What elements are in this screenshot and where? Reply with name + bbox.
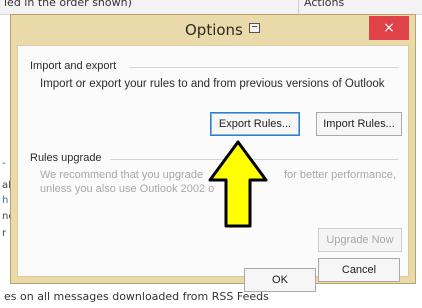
import-rules-button[interactable]: Import Rules... xyxy=(316,112,402,136)
dialog-title: Options xyxy=(185,21,243,39)
export-rules-button[interactable]: Export Rules... xyxy=(210,112,300,136)
ok-button[interactable]: OK xyxy=(244,268,316,292)
import-export-description: Import or export your rules to and from … xyxy=(40,78,385,90)
options-icon xyxy=(249,23,260,33)
background-fragment: r xyxy=(2,228,7,239)
background-header: led in the order shown) Actions xyxy=(0,0,422,15)
upgrade-now-button[interactable]: Upgrade Now xyxy=(318,228,402,252)
background-fragment: - xyxy=(2,158,6,169)
group-divider xyxy=(130,67,398,68)
rules-upgrade-heading: Rules upgrade xyxy=(30,152,102,164)
background-fragment: h xyxy=(2,195,9,206)
import-export-heading: Import and export xyxy=(30,60,117,72)
close-button[interactable]: × xyxy=(369,16,409,40)
pointer-arrow-icon xyxy=(208,140,268,228)
cancel-button[interactable]: Cancel xyxy=(318,258,400,282)
column-divider xyxy=(298,0,299,14)
rules-upgrade-description-end: for better performance, xyxy=(284,169,396,181)
rules-upgrade-description-start: We recommend that you upgrade xyxy=(40,169,204,181)
dialog-titlebar[interactable]: Options × xyxy=(11,15,415,45)
background-header-text: led in the order shown) xyxy=(4,0,132,9)
rules-upgrade-description-line2: unless you also use Outlook 2002 o xyxy=(40,183,215,195)
background-status-text: es on all messages downloaded from RSS F… xyxy=(4,290,269,303)
actions-column-header: Actions xyxy=(304,0,345,9)
